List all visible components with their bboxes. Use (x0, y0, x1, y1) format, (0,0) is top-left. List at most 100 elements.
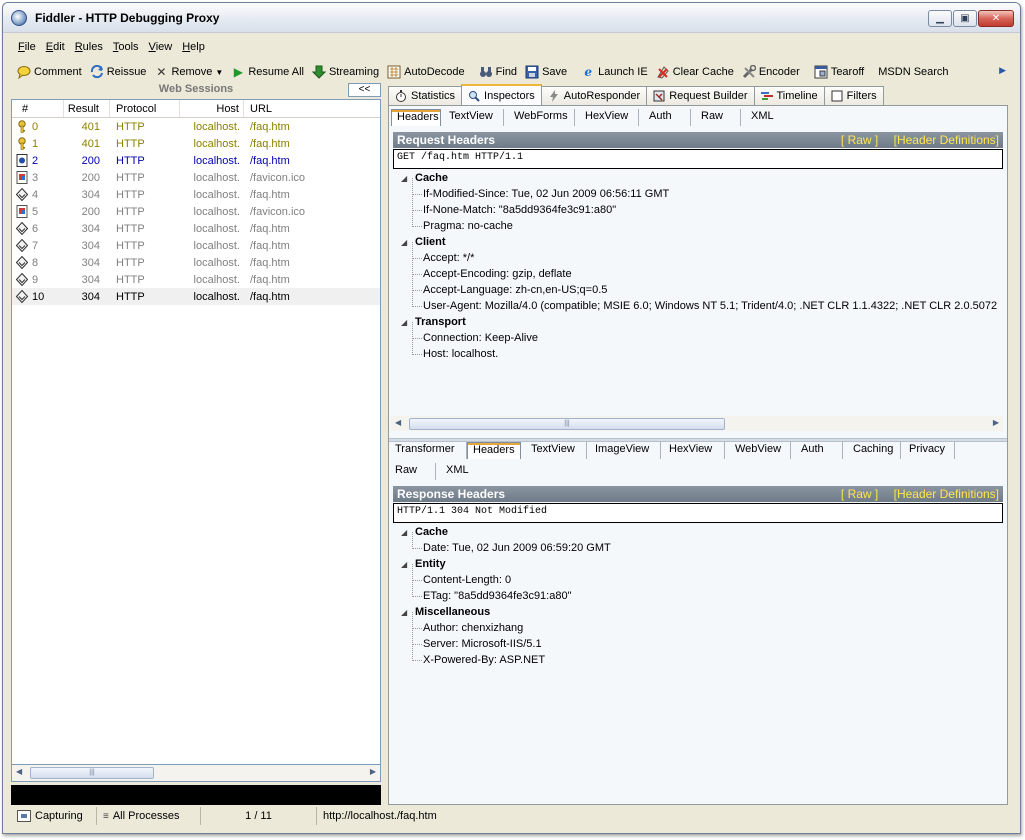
scroll-right-arrow-icon[interactable]: ▶ (993, 418, 999, 427)
response-raw-link[interactable]: [ Raw ] (841, 487, 878, 501)
scroll-right-arrow-icon[interactable]: ▶ (370, 767, 376, 776)
process-filter[interactable]: ≡ All Processes (97, 807, 201, 825)
column-header-host[interactable]: Host (180, 100, 244, 117)
title-bar[interactable]: Fiddler - HTTP Debugging Proxy ▁ ▣ ✕ (3, 3, 1020, 33)
tab-statistics[interactable]: Statistics (388, 86, 463, 105)
clear-cache-button[interactable]: Clear Cache (652, 62, 738, 82)
column-header-num[interactable]: # (12, 100, 64, 117)
header-item[interactable]: Date: Tue, 02 Jun 2009 06:59:20 GMT (401, 532, 1006, 556)
request-line[interactable]: GET /faq.htm HTTP/1.1 (393, 149, 1003, 169)
request-horizontal-scrollbar[interactable]: ◀ ||| ▶ (391, 416, 1003, 431)
tab-timeline[interactable]: Timeline (753, 86, 825, 105)
header-item[interactable]: Host: localhost. (401, 338, 1006, 362)
reissue-button[interactable]: Reissue (86, 62, 151, 82)
response-tab-webview[interactable]: WebView (725, 442, 791, 459)
header-item[interactable]: X-Powered-By: ASP.NET (401, 644, 1006, 668)
header-item[interactable]: If-None-Match: "8a5dd9364fe3c91:a80" (401, 194, 1006, 218)
tearoff-button[interactable]: Tearoff (810, 62, 868, 82)
session-row[interactable]: 7 304 HTTP localhost. /faq.htm (12, 237, 380, 254)
response-tab-xml[interactable]: XML (436, 463, 482, 480)
maximize-button[interactable]: ▣ (953, 10, 977, 27)
request-scroll-thumb[interactable]: ||| (409, 418, 725, 430)
response-tab-headers[interactable]: Headers (467, 442, 521, 459)
request-raw-link[interactable]: [ Raw ] (841, 133, 878, 147)
header-item[interactable]: User-Agent: Mozilla/4.0 (compatible; MSI… (401, 290, 1006, 314)
tree-group-title[interactable]: ◢ Transport (401, 314, 1006, 330)
header-item[interactable]: Accept: */* (401, 242, 1006, 266)
session-row[interactable]: 1 401 HTTP localhost. /faq.htm (12, 135, 380, 152)
session-row[interactable]: 6 304 HTTP localhost. /faq.htm (12, 220, 380, 237)
request-tab-auth[interactable]: Auth (639, 109, 691, 126)
vertical-splitter[interactable] (383, 83, 387, 805)
tab-request-builder[interactable]: Request Builder (646, 86, 755, 105)
session-row[interactable]: 3 200 HTTP localhost. /favicon.ico (12, 169, 380, 186)
sessions-scroll-thumb[interactable]: ||| (30, 767, 154, 779)
close-button[interactable]: ✕ (978, 10, 1014, 27)
header-item[interactable]: Accept-Language: zh-cn,en-US;q=0.5 (401, 274, 1006, 298)
session-row[interactable]: 5 200 HTTP localhost. /favicon.ico (12, 203, 380, 220)
toolbar-overflow-chevron-icon[interactable]: ▶ (999, 65, 1006, 76)
comment-button[interactable]: Comment (13, 62, 86, 82)
session-row[interactable]: 10 304 HTTP localhost. /faq.htm (12, 288, 380, 305)
menu-edit[interactable]: Edit (41, 39, 70, 57)
quickexec-command-bar[interactable] (11, 785, 381, 805)
session-row[interactable]: 0 401 HTTP localhost. /faq.htm (12, 118, 380, 135)
response-tab-privacy[interactable]: Privacy (901, 442, 955, 459)
request-header-definitions-link[interactable]: [Header Definitions] (894, 133, 999, 147)
tab-filters[interactable]: Filters (823, 86, 884, 105)
request-tab-headers[interactable]: Headers (391, 109, 441, 126)
header-item[interactable]: Content-Length: 0 (401, 564, 1006, 588)
request-tab-xml[interactable]: XML (741, 109, 787, 126)
sessions-list[interactable]: # Result Protocol Host URL 0 401 HTTP lo… (11, 99, 381, 765)
tree-group-title[interactable]: ◢ Cache (401, 170, 1006, 186)
remove-button[interactable]: ✕ Remove ▼ (150, 62, 227, 82)
session-row[interactable]: 8 304 HTTP localhost. /faq.htm (12, 254, 380, 271)
sessions-horizontal-scrollbar[interactable]: ◀ ||| ▶ (11, 765, 381, 782)
launch-ie-button[interactable]: e Launch IE (577, 62, 652, 82)
header-item[interactable]: Pragma: no-cache (401, 210, 1006, 234)
msdn-search-button[interactable]: MSDN Search (874, 62, 952, 82)
save-button[interactable]: Save (521, 62, 571, 82)
tab-autoresponder[interactable]: AutoResponder (540, 86, 648, 105)
column-header-protocol[interactable]: Protocol (110, 100, 180, 117)
request-headers-tree[interactable]: ◢ Cache If-Modified-Since: Tue, 02 Jun 20… (401, 170, 1006, 415)
column-header-url[interactable]: URL (244, 100, 380, 117)
response-tab-caching[interactable]: Caching (843, 442, 901, 459)
streaming-button[interactable]: Streaming (308, 62, 383, 82)
request-tab-hexview[interactable]: HexView (575, 109, 639, 126)
minimize-button[interactable]: ▁ (928, 10, 952, 27)
response-tab-auth[interactable]: Auth (791, 442, 843, 459)
fiddler-app-icon[interactable] (11, 10, 27, 26)
session-row[interactable]: 4 304 HTTP localhost. /faq.htm (12, 186, 380, 203)
header-item[interactable]: Author: chenxizhang (401, 612, 1006, 636)
tree-group-title[interactable]: ◢ Miscellaneous (401, 604, 1006, 620)
response-tab-transformer[interactable]: Transformer (391, 442, 467, 459)
menu-tools[interactable]: Tools (108, 39, 144, 57)
tree-group-title[interactable]: ◢ Entity (401, 556, 1006, 572)
menu-view[interactable]: View (144, 39, 178, 57)
menu-help[interactable]: Help (177, 39, 210, 57)
response-tab-hexview[interactable]: HexView (661, 442, 725, 459)
collapse-sessions-button[interactable]: << (348, 83, 381, 97)
capturing-toggle[interactable]: Capturing (11, 807, 97, 825)
resume-all-button[interactable]: ▶ Resume All (227, 62, 308, 82)
autodecode-button[interactable]: AutoDecode (383, 62, 469, 82)
tree-group-title[interactable]: ◢ Client (401, 234, 1006, 250)
response-tab-textview[interactable]: TextView (521, 442, 587, 459)
menu-file[interactable]: File (13, 39, 41, 57)
scroll-left-arrow-icon[interactable]: ◀ (395, 418, 401, 427)
session-row[interactable]: 9 304 HTTP localhost. /faq.htm (12, 271, 380, 288)
request-tab-webforms[interactable]: WebForms (504, 109, 575, 126)
column-header-result[interactable]: Result (64, 100, 110, 117)
request-tab-textview[interactable]: TextView (441, 109, 504, 126)
header-item[interactable]: If-Modified-Since: Tue, 02 Jun 2009 06:5… (401, 178, 1006, 202)
request-tab-raw[interactable]: Raw (691, 109, 741, 126)
session-row[interactable]: 2 200 HTTP localhost. /faq.htm (12, 152, 380, 169)
scroll-left-arrow-icon[interactable]: ◀ (16, 767, 22, 776)
response-headers-tree[interactable]: ◢ Cache Date: Tue, 02 Jun 2009 06:59:20 G… (401, 524, 1006, 674)
response-header-definitions-link[interactable]: [Header Definitions] (894, 487, 999, 501)
tab-inspectors[interactable]: Inspectors (461, 84, 542, 105)
response-status-line[interactable]: HTTP/1.1 304 Not Modified (393, 503, 1003, 523)
response-tab-imageview[interactable]: ImageView (587, 442, 661, 459)
tree-group-title[interactable]: ◢ Cache (401, 524, 1006, 540)
